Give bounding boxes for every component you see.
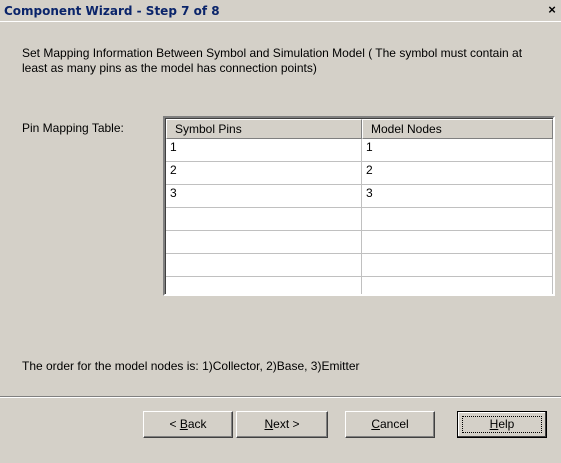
table-row (166, 277, 553, 294)
column-header-model-nodes[interactable]: Model Nodes (362, 119, 553, 139)
model-node-cell[interactable] (362, 231, 553, 254)
model-node-cell[interactable]: 2 (362, 162, 553, 185)
table-header: Symbol Pins Model Nodes (166, 119, 553, 139)
back-button-label: < Back (169, 417, 207, 431)
pin-mapping-label: Pin Mapping Table: (22, 121, 124, 135)
column-header-symbol-pins[interactable]: Symbol Pins (166, 119, 362, 139)
symbol-pin-cell[interactable]: 2 (166, 162, 362, 185)
next-button-label: Next > (264, 417, 300, 431)
help-button[interactable]: Help (457, 411, 547, 438)
instructions-text: Set Mapping Information Between Symbol a… (22, 46, 523, 75)
pin-mapping-grid: Symbol Pins Model Nodes 1 1 2 2 3 3 (165, 118, 553, 294)
symbol-pin-cell[interactable] (166, 254, 362, 277)
table-row (166, 231, 553, 254)
model-node-cell[interactable] (362, 208, 553, 231)
button-separator-highlight (0, 397, 561, 398)
pin-mapping-table: Symbol Pins Model Nodes 1 1 2 2 3 3 (163, 116, 555, 296)
table-row: 2 2 (166, 162, 553, 185)
table-row: 1 1 (166, 139, 553, 162)
next-button[interactable]: Next > (236, 411, 328, 438)
help-button-label: Help (489, 417, 515, 431)
close-button[interactable]: × (545, 3, 559, 17)
symbol-pin-cell[interactable] (166, 208, 362, 231)
model-node-cell[interactable]: 3 (362, 185, 553, 208)
window-title: Component Wizard - Step 7 of 8 (4, 4, 220, 18)
symbol-pin-cell[interactable] (166, 231, 362, 254)
table-row: 3 3 (166, 185, 553, 208)
model-node-cell[interactable] (362, 254, 553, 277)
table-row (166, 254, 553, 277)
table-row (166, 208, 553, 231)
cancel-button[interactable]: Cancel (345, 411, 435, 438)
model-node-cell[interactable]: 1 (362, 139, 553, 162)
model-node-order-text: The order for the model nodes is: 1)Coll… (22, 359, 360, 373)
model-node-cell[interactable] (362, 277, 553, 294)
symbol-pin-cell[interactable] (166, 277, 362, 294)
back-button[interactable]: < Back (143, 411, 233, 438)
symbol-pin-cell[interactable]: 3 (166, 185, 362, 208)
title-bar: Component Wizard - Step 7 of 8 × (0, 0, 561, 22)
cancel-button-label: Cancel (371, 417, 409, 431)
symbol-pin-cell[interactable]: 1 (166, 139, 362, 162)
